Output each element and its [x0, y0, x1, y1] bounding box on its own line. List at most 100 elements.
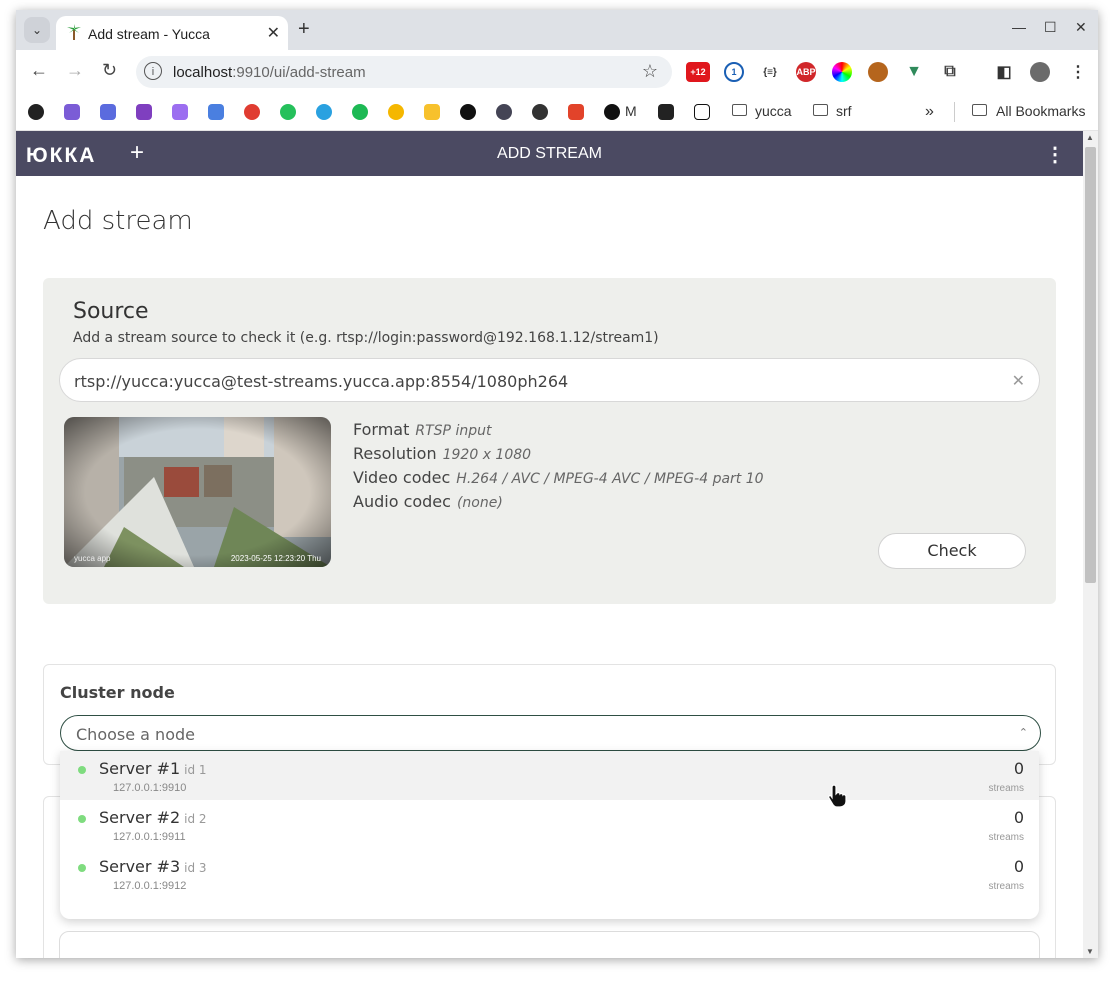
- adblock-icon[interactable]: ABP: [796, 62, 816, 82]
- prop-format: Format RTSP input: [353, 420, 492, 439]
- hand-pointer-icon: [828, 784, 847, 808]
- bookmark-m[interactable]: M: [625, 103, 637, 119]
- bookmarks-bar: M yucca srf » All Bookmarks: [16, 94, 1098, 131]
- address-bar[interactable]: i localhost:9910/ui/add-stream ☆: [136, 56, 672, 88]
- node-stream-count: 0: [1013, 759, 1024, 778]
- node-stream-label: streams: [988, 832, 1024, 843]
- a-icon[interactable]: [460, 104, 476, 120]
- prop-video-codec: Video codec H.264 / AVC / MPEG-4 AVC / MP…: [353, 468, 764, 487]
- gitlab-icon[interactable]: [568, 104, 584, 120]
- bookmark-folder-srf[interactable]: srf: [836, 103, 852, 119]
- tab-close-icon[interactable]: ✕: [267, 23, 280, 43]
- node-name: Server #2 id 2: [99, 808, 207, 827]
- all-bookmarks[interactable]: All Bookmarks: [996, 103, 1085, 119]
- whatsapp-icon[interactable]: [280, 104, 296, 120]
- calendar-icon[interactable]: [100, 104, 116, 120]
- side-panel-icon[interactable]: ◧: [994, 62, 1014, 82]
- github-icon[interactable]: [532, 104, 548, 120]
- back-icon[interactable]: ←: [30, 60, 48, 81]
- extension-badge-icon[interactable]: +12: [686, 62, 710, 82]
- node-option-1[interactable]: Server #1 id 1 127.0.0.1:9910 0 streams: [60, 751, 1039, 800]
- more-bookmarks-icon[interactable]: »: [925, 103, 934, 121]
- profile-avatar-icon[interactable]: [1030, 62, 1050, 82]
- jetbrains-icon[interactable]: [658, 104, 674, 120]
- password-manager-icon[interactable]: 1: [724, 62, 744, 82]
- node-stream-count: 0: [1013, 808, 1024, 827]
- check-button[interactable]: Check: [878, 533, 1026, 569]
- folder-icon: [972, 104, 987, 116]
- header-title: ADD STREAM: [497, 145, 602, 162]
- bookmark-star-icon[interactable]: ☆: [642, 61, 658, 82]
- globe-icon[interactable]: [28, 104, 44, 120]
- node-address: 127.0.0.1:9910: [113, 782, 187, 794]
- status-dot-icon: [78, 815, 86, 823]
- page-title: Add stream: [43, 206, 193, 236]
- site-info-icon[interactable]: i: [144, 62, 162, 80]
- telegram-icon[interactable]: [316, 104, 332, 120]
- browser-toolbar: ← → ↻ i localhost:9910/ui/add-stream ☆ +…: [16, 50, 1098, 94]
- minimize-icon[interactable]: —: [1012, 19, 1026, 35]
- keep-icon[interactable]: [424, 104, 440, 120]
- bookmark-folder-yucca[interactable]: yucca: [755, 103, 792, 119]
- scroll-up-icon[interactable]: ▲: [1086, 133, 1094, 142]
- sun-icon[interactable]: [388, 104, 404, 120]
- url-text: localhost:9910/ui/add-stream: [173, 64, 366, 81]
- preview-overlay-label: yucca app: [74, 554, 111, 563]
- maximize-icon[interactable]: ☐: [1044, 19, 1057, 36]
- preview-timestamp: 2023-05-25 12:23:20 Thu: [230, 554, 321, 563]
- folder-app-icon[interactable]: [136, 104, 152, 120]
- source-url-input[interactable]: rtsp://yucca:yucca@test-streams.yucca.ap…: [59, 358, 1040, 402]
- app-icon[interactable]: [244, 104, 260, 120]
- forward-icon[interactable]: →: [66, 60, 84, 81]
- source-description: Add a stream source to check it (e.g. rt…: [73, 330, 659, 346]
- vite-icon[interactable]: [172, 104, 188, 120]
- node-name: Server #1 id 1: [99, 759, 207, 778]
- tab-strip: ⌄ Add stream - Yucca ✕ + — ☐ ✕: [16, 10, 1098, 50]
- source-title: Source: [73, 299, 149, 324]
- more-menu-icon[interactable]: ⋮: [1045, 142, 1065, 167]
- source-url-value: rtsp://yucca:yucca@test-streams.yucca.ap…: [74, 372, 569, 391]
- spotify-icon[interactable]: [352, 104, 368, 120]
- p-icon[interactable]: [604, 104, 620, 120]
- node-stream-label: streams: [988, 881, 1024, 892]
- close-window-icon[interactable]: ✕: [1075, 19, 1087, 36]
- cluster-node-card: Cluster node Choose a node ⌃: [43, 664, 1056, 765]
- clear-input-icon[interactable]: ✕: [1012, 371, 1025, 391]
- node-stream-count: 0: [1013, 857, 1024, 876]
- app-header: ЮККА + ADD STREAM ⋮: [16, 131, 1083, 176]
- translate-icon[interactable]: [208, 104, 224, 120]
- tab-search-button[interactable]: ⌄: [24, 17, 50, 43]
- vue-devtools-icon[interactable]: ▼: [904, 62, 924, 82]
- stream-properties: Format RTSP input Resolution 1920 x 1080 V…: [353, 418, 764, 514]
- secondary-input[interactable]: [59, 931, 1040, 958]
- browser-window: ⌄ Add stream - Yucca ✕ + — ☐ ✕ ← → ↻ i l…: [16, 10, 1098, 958]
- main-content: Add stream Source Add a stream source to…: [16, 176, 1083, 958]
- bookmarks-divider: [954, 102, 955, 122]
- cookie-icon[interactable]: [868, 62, 888, 82]
- node-address: 127.0.0.1:9912: [113, 880, 187, 892]
- node-select-placeholder: Choose a node: [76, 725, 195, 744]
- node-option-3[interactable]: Server #3 id 3 127.0.0.1:9912 0 streams: [60, 849, 1039, 898]
- mail-icon[interactable]: [64, 104, 80, 120]
- scrollbar-thumb[interactable]: [1085, 147, 1096, 583]
- page-scrollbar[interactable]: ▲ ▼: [1083, 131, 1098, 958]
- color-picker-icon[interactable]: [832, 62, 852, 82]
- browser-menu-icon[interactable]: ⋮: [1068, 62, 1088, 82]
- node-select[interactable]: Choose a node ⌃: [60, 715, 1041, 751]
- node-name: Server #3 id 3: [99, 857, 207, 876]
- reload-icon[interactable]: ↻: [102, 60, 117, 81]
- json-viewer-icon[interactable]: {≡}: [760, 62, 780, 82]
- prop-audio-codec: Audio codec (none): [353, 492, 503, 511]
- notion-icon[interactable]: [694, 104, 710, 120]
- node-option-2[interactable]: Server #2 id 2 127.0.0.1:9911 0 streams: [60, 800, 1039, 849]
- extensions-puzzle-icon[interactable]: ⧉: [940, 62, 960, 82]
- status-dot-icon: [78, 766, 86, 774]
- new-tab-icon[interactable]: +: [298, 18, 310, 41]
- tab-active[interactable]: Add stream - Yucca ✕: [56, 16, 288, 50]
- node-stream-label: streams: [988, 783, 1024, 794]
- node-address: 127.0.0.1:9911: [113, 831, 186, 843]
- chevron-up-icon[interactable]: ⌃: [1019, 726, 1028, 739]
- folder-icon: [732, 104, 747, 116]
- docker-icon[interactable]: [496, 104, 512, 120]
- scroll-down-icon[interactable]: ▼: [1086, 947, 1094, 956]
